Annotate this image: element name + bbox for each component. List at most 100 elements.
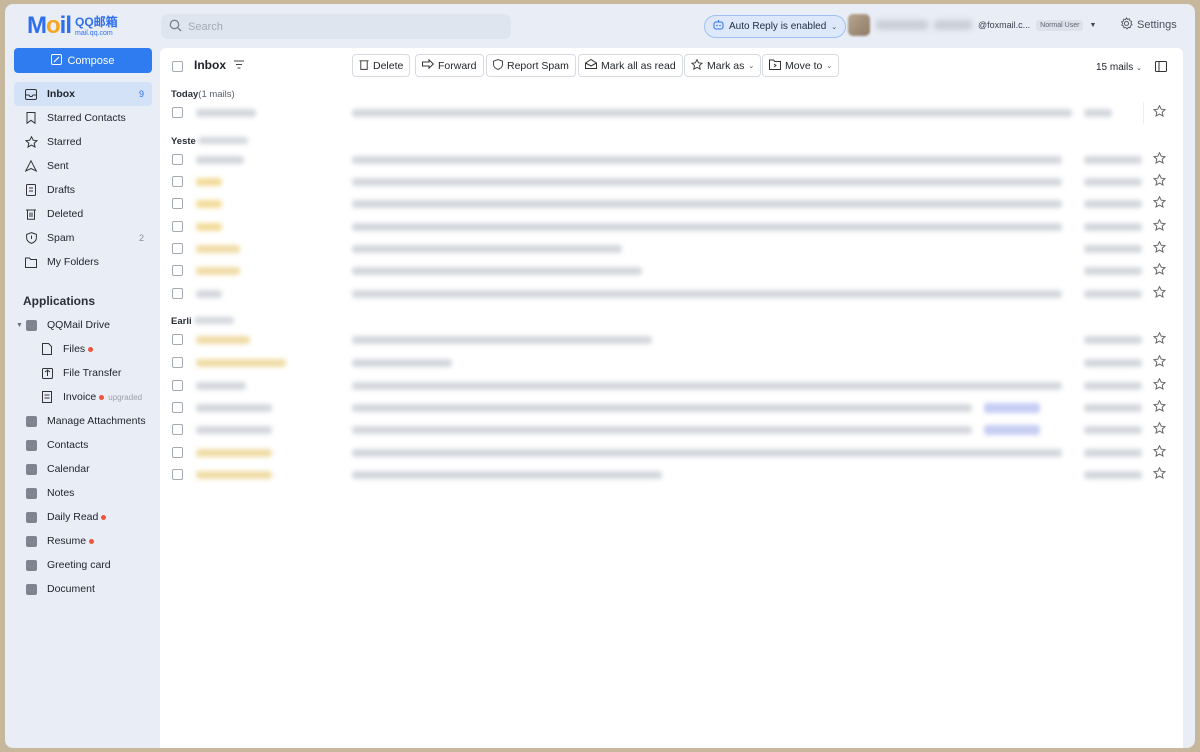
star-icon[interactable] (1152, 444, 1167, 460)
date-redacted (1084, 290, 1142, 298)
forward-button[interactable]: Forward (415, 54, 484, 77)
sidebar-item-resume[interactable]: Resume (14, 529, 152, 553)
qqmail-logo[interactable]: Moil QQ邮箱 mail.qq.com (27, 14, 118, 38)
row-checkbox[interactable] (172, 176, 183, 187)
search-box[interactable] (161, 14, 511, 39)
table-row[interactable] (160, 419, 1183, 441)
table-row[interactable] (160, 193, 1183, 215)
table-row[interactable] (160, 238, 1183, 260)
subject-redacted (352, 109, 1072, 117)
row-checkbox[interactable] (172, 334, 183, 345)
star-icon[interactable] (1152, 285, 1167, 301)
sidebar-item-drafts[interactable]: Drafts (14, 178, 152, 202)
sidebar-item-starred-contacts[interactable]: Starred Contacts (14, 106, 152, 130)
row-checkbox[interactable] (172, 380, 183, 391)
star-icon[interactable] (1152, 399, 1167, 415)
table-row[interactable] (160, 464, 1183, 486)
sidebar-item-calendar[interactable]: Calendar (14, 457, 152, 481)
sidebar-item-sent[interactable]: Sent (14, 154, 152, 178)
star-icon[interactable] (1152, 151, 1167, 167)
group-count-redacted (198, 137, 249, 144)
sidebar-item-inbox[interactable]: Inbox 9 (14, 82, 152, 106)
table-row[interactable] (160, 149, 1183, 171)
sidebar-item-qqmail-drive[interactable]: ▼ QQMail Drive (14, 313, 152, 337)
sidebar-item-spam[interactable]: Spam 2 (14, 226, 152, 250)
star-icon[interactable] (1152, 331, 1167, 347)
compose-button[interactable]: Compose (14, 48, 152, 73)
star-icon[interactable] (1152, 240, 1167, 256)
sidebar-item-document[interactable]: Document (14, 577, 152, 601)
collapse-triangle-icon[interactable]: ▼ (16, 322, 23, 329)
sidebar-item-file-transfer[interactable]: File Transfer (14, 361, 152, 385)
move-to-dropdown[interactable]: Move to ⌄ (762, 54, 840, 77)
table-row[interactable] (160, 102, 1183, 124)
star-icon[interactable] (1152, 262, 1167, 278)
table-row[interactable] (160, 216, 1183, 238)
table-row[interactable] (160, 397, 1183, 419)
sidebar-item-contacts[interactable]: Contacts (14, 433, 152, 457)
table-row[interactable] (160, 352, 1183, 374)
sidebar-item-deleted[interactable]: Deleted (14, 202, 152, 226)
sidebar-item-files[interactable]: Files (14, 337, 152, 361)
row-checkbox[interactable] (172, 265, 183, 276)
mail-folder-nav: Inbox 9 Starred Contacts Starred Sent Dr… (14, 82, 152, 274)
sidebar-item-invoice[interactable]: Invoice upgraded (14, 385, 152, 409)
subject-redacted (352, 178, 1062, 186)
daily-read-icon (24, 510, 38, 524)
star-icon[interactable] (1152, 104, 1167, 120)
sidebar-item-notes[interactable]: Notes (14, 481, 152, 505)
star-icon[interactable] (1152, 466, 1167, 482)
search-input[interactable] (188, 20, 488, 33)
mail-count-dropdown[interactable]: 15 mails ⌄ (1096, 62, 1142, 73)
subject-redacted (352, 223, 1062, 231)
sidebar-item-my-folders[interactable]: My Folders (14, 250, 152, 274)
star-icon[interactable] (1152, 173, 1167, 189)
user-account-menu[interactable]: @foxmail.c... Normal User ▼ (848, 14, 1096, 36)
row-checkbox[interactable] (172, 221, 183, 232)
mail-list-panel: Inbox Delete Forward Report Spam Mark al… (160, 48, 1183, 748)
move-to-label: Move to (785, 59, 823, 72)
row-checkbox[interactable] (172, 447, 183, 458)
sidebar-item-greeting-card[interactable]: Greeting card (14, 553, 152, 577)
settings-button[interactable]: Settings (1120, 17, 1177, 33)
table-row[interactable] (160, 442, 1183, 464)
sidebar-item-starred[interactable]: Starred (14, 130, 152, 154)
row-checkbox[interactable] (172, 357, 183, 368)
file-icon (40, 342, 54, 356)
table-row[interactable] (160, 329, 1183, 351)
select-all-checkbox[interactable] (172, 61, 183, 72)
row-checkbox[interactable] (172, 402, 183, 413)
table-row[interactable] (160, 375, 1183, 397)
row-checkbox[interactable] (172, 288, 183, 299)
sidebar-item-daily-read[interactable]: Daily Read (14, 505, 152, 529)
mark-as-label: Mark as (707, 59, 745, 72)
row-checkbox[interactable] (172, 424, 183, 435)
star-icon[interactable] (1152, 421, 1167, 437)
sender-redacted (196, 109, 256, 117)
user-level-badge: Normal User (1036, 19, 1084, 31)
star-icon[interactable] (1152, 354, 1167, 370)
row-checkbox[interactable] (172, 154, 183, 165)
row-checkbox[interactable] (172, 243, 183, 254)
row-checkbox[interactable] (172, 469, 183, 480)
reading-pane-layout-icon[interactable] (1155, 61, 1167, 75)
delete-button[interactable]: Delete (352, 54, 411, 77)
table-row[interactable] (160, 283, 1183, 305)
star-icon[interactable] (1152, 218, 1167, 234)
mark-all-read-button[interactable]: Mark all as read (578, 54, 683, 77)
auto-reply-status-button[interactable]: Auto Reply is enabled ⌄ (704, 15, 847, 38)
report-spam-button[interactable]: Report Spam (486, 54, 576, 77)
table-row[interactable] (160, 171, 1183, 193)
row-checkbox[interactable] (172, 107, 183, 118)
sidebar-item-manage-attachments[interactable]: Manage Attachments (14, 409, 152, 433)
compose-icon (51, 53, 63, 68)
star-icon[interactable] (1152, 195, 1167, 211)
subject-redacted (352, 449, 1062, 457)
star-icon[interactable] (1152, 377, 1167, 393)
table-row[interactable] (160, 260, 1183, 282)
logo-mark: Moil (27, 12, 72, 39)
mark-as-dropdown[interactable]: Mark as ⌄ (684, 54, 762, 77)
caret-down-icon[interactable]: ▼ (1089, 22, 1096, 29)
row-checkbox[interactable] (172, 198, 183, 209)
sort-icon[interactable] (234, 60, 244, 72)
